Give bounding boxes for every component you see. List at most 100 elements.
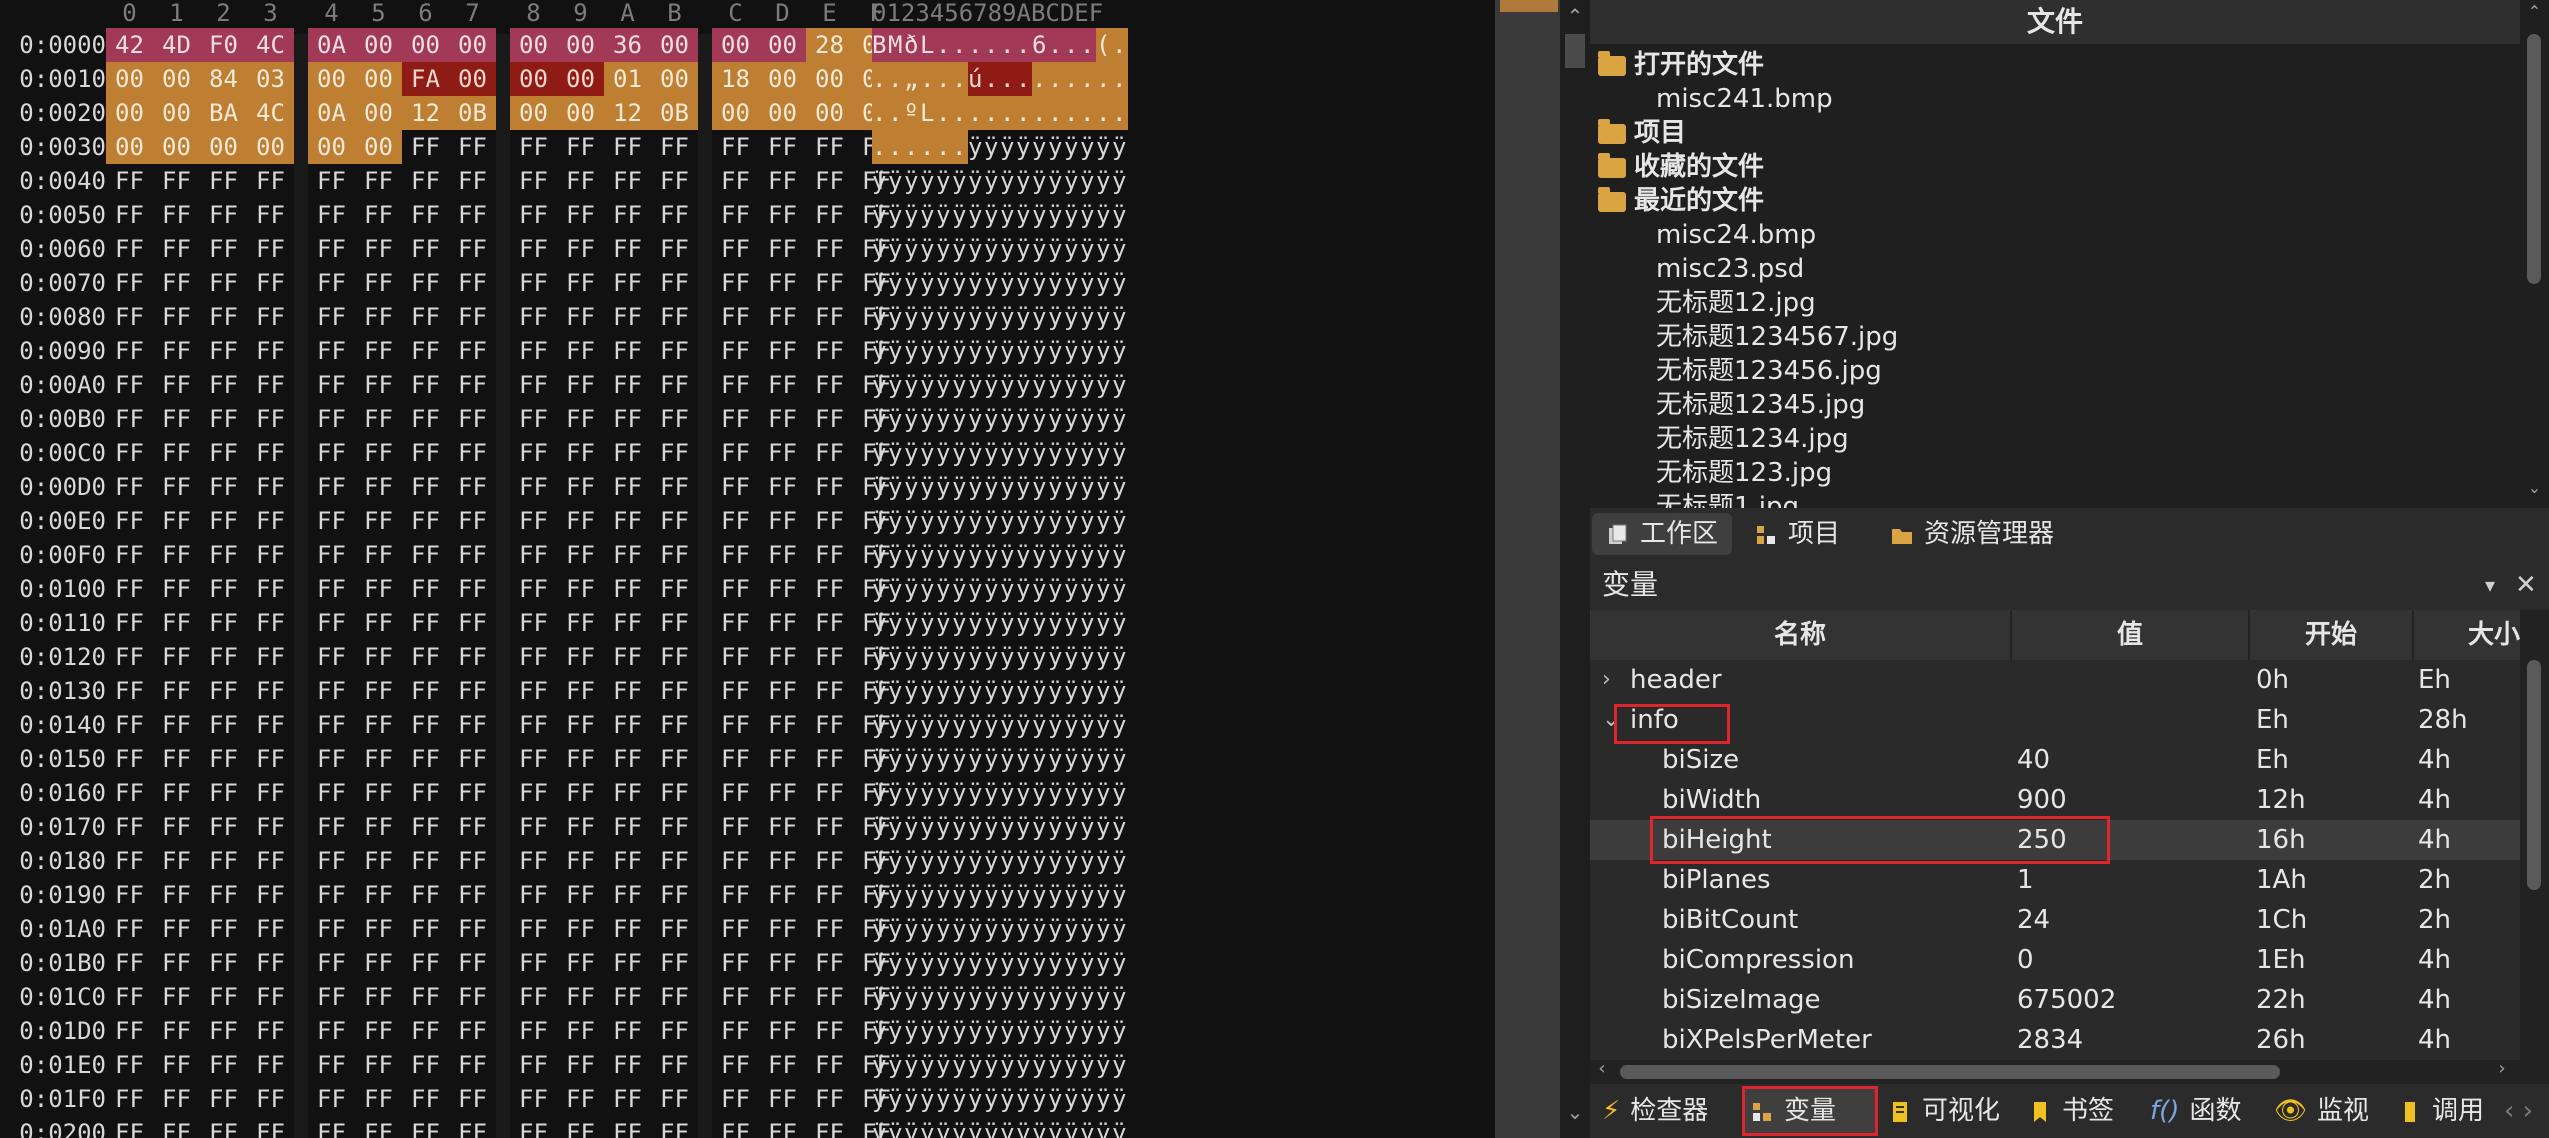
scrollbar-thumb[interactable] (1620, 1065, 2280, 1079)
hex-byte[interactable]: FF (106, 844, 153, 878)
hex-byte[interactable]: FF (759, 436, 806, 470)
hex-byte[interactable]: 00 (759, 62, 806, 96)
hex-byte[interactable]: FF (651, 776, 698, 810)
hex-byte[interactable]: FF (247, 912, 294, 946)
hex-byte[interactable]: FF (510, 912, 557, 946)
hex-byte[interactable]: 00 (247, 130, 294, 164)
hex-byte[interactable]: FF (510, 232, 557, 266)
hex-byte[interactable]: FF (712, 742, 759, 776)
file-panel-scrollbar[interactable]: ⌃ ⌄ (2520, 0, 2549, 508)
hex-byte[interactable]: FF (106, 912, 153, 946)
hex-byte[interactable]: FF (200, 402, 247, 436)
variable-row-biheight[interactable]: biHeight 250 16h 4h (1590, 820, 2520, 860)
hex-byte[interactable]: FF (402, 232, 449, 266)
scroll-up-icon[interactable]: ⌃ (1560, 4, 1590, 28)
column-header-name[interactable]: 名称 (1590, 610, 2012, 660)
hex-byte[interactable]: FF (806, 708, 853, 742)
hex-byte[interactable]: FF (355, 232, 402, 266)
hex-byte[interactable]: FF (604, 912, 651, 946)
hex-byte[interactable]: FF (651, 198, 698, 232)
hex-byte[interactable]: FF (402, 300, 449, 334)
hex-byte[interactable]: FF (651, 878, 698, 912)
hex-byte[interactable]: FF (557, 1014, 604, 1048)
hex-byte[interactable]: FF (557, 300, 604, 334)
hex-byte[interactable]: FF (308, 946, 355, 980)
hex-byte[interactable]: 4C (247, 96, 294, 130)
hex-byte[interactable]: 03 (247, 62, 294, 96)
hex-byte[interactable]: FF (449, 368, 496, 402)
ascii-row[interactable]: ÿÿÿÿÿÿÿÿÿÿÿÿÿÿÿÿ (872, 1082, 1128, 1116)
hex-byte[interactable]: FF (557, 164, 604, 198)
hex-byte[interactable]: FF (510, 402, 557, 436)
hex-byte[interactable]: FF (510, 504, 557, 538)
column-header-value[interactable]: 值 (2012, 610, 2250, 660)
hex-byte[interactable]: FF (651, 504, 698, 538)
hex-byte[interactable]: FF (247, 674, 294, 708)
ascii-row[interactable]: ..ºL............ (872, 96, 1128, 130)
hex-byte[interactable]: FF (200, 470, 247, 504)
hex-byte[interactable]: FF (308, 402, 355, 436)
tab-bookmarks[interactable]: 书签 (2020, 1088, 2122, 1134)
hex-byte[interactable]: 00 (402, 28, 449, 62)
ascii-row[interactable]: ..„...ú......... (872, 62, 1128, 96)
hex-byte[interactable]: FF (402, 130, 449, 164)
ascii-row[interactable]: ÿÿÿÿÿÿÿÿÿÿÿÿÿÿÿÿ (872, 844, 1128, 878)
ascii-row[interactable]: ÿÿÿÿÿÿÿÿÿÿÿÿÿÿÿÿ (872, 606, 1128, 640)
hex-byte[interactable]: FF (651, 844, 698, 878)
hex-byte[interactable]: FF (806, 946, 853, 980)
hex-byte[interactable]: FF (200, 300, 247, 334)
hex-byte[interactable]: FF (247, 266, 294, 300)
hex-byte[interactable]: FF (557, 1116, 604, 1138)
hex-byte[interactable]: FF (604, 674, 651, 708)
hex-byte[interactable]: FF (604, 640, 651, 674)
hex-byte[interactable]: FF (604, 742, 651, 776)
hex-byte[interactable]: FF (712, 776, 759, 810)
hex-byte[interactable]: FF (449, 504, 496, 538)
hex-byte[interactable]: FF (106, 164, 153, 198)
ascii-row[interactable]: ÿÿÿÿÿÿÿÿÿÿÿÿÿÿÿÿ (872, 1014, 1128, 1048)
hex-byte[interactable]: FF (759, 232, 806, 266)
hex-byte[interactable]: FF (806, 504, 853, 538)
hex-byte[interactable]: FF (806, 1116, 853, 1138)
scroll-down-icon[interactable]: ⌄ (1560, 1100, 1590, 1124)
hex-byte[interactable]: FF (604, 538, 651, 572)
hex-byte[interactable]: FF (651, 640, 698, 674)
hex-byte[interactable]: FF (200, 198, 247, 232)
hex-byte[interactable]: FF (651, 946, 698, 980)
hex-byte[interactable]: FF (510, 198, 557, 232)
hex-byte[interactable]: FF (651, 334, 698, 368)
hex-byte[interactable]: FF (806, 1048, 853, 1082)
hex-byte[interactable]: FF (402, 708, 449, 742)
hex-byte[interactable]: FF (106, 402, 153, 436)
ascii-row[interactable]: ÿÿÿÿÿÿÿÿÿÿÿÿÿÿÿÿ (872, 640, 1128, 674)
ascii-row[interactable]: ÿÿÿÿÿÿÿÿÿÿÿÿÿÿÿÿ (872, 470, 1128, 504)
ascii-row[interactable]: BMðL......6...(. (872, 28, 1128, 62)
hex-byte[interactable]: FF (200, 538, 247, 572)
hex-byte[interactable]: 4C (247, 28, 294, 62)
hex-byte[interactable]: FF (308, 572, 355, 606)
hex-byte[interactable]: FF (806, 912, 853, 946)
hex-byte[interactable]: FF (604, 1014, 651, 1048)
hex-byte[interactable]: FF (355, 572, 402, 606)
hex-byte[interactable]: FF (449, 232, 496, 266)
hex-byte[interactable]: 00 (510, 96, 557, 130)
hex-byte[interactable]: FF (604, 334, 651, 368)
hex-byte[interactable]: FF (557, 674, 604, 708)
hex-byte[interactable]: FF (712, 674, 759, 708)
hex-byte[interactable]: FF (355, 674, 402, 708)
hex-byte[interactable]: FF (557, 130, 604, 164)
hex-byte[interactable]: FF (106, 810, 153, 844)
hex-byte[interactable]: FF (247, 742, 294, 776)
hex-byte[interactable]: FF (712, 640, 759, 674)
column-header-start[interactable]: 开始 (2250, 610, 2414, 660)
hex-byte[interactable]: FF (604, 368, 651, 402)
scroll-left-icon[interactable]: ‹ (1590, 1058, 1614, 1079)
hex-byte[interactable]: FF (712, 946, 759, 980)
hex-byte[interactable]: FF (153, 776, 200, 810)
hex-byte[interactable]: FF (759, 164, 806, 198)
hex-byte[interactable]: FF (557, 198, 604, 232)
hex-byte[interactable]: FF (106, 708, 153, 742)
hex-byte[interactable]: 00 (806, 96, 853, 130)
hex-byte[interactable]: FF (355, 1082, 402, 1116)
hex-byte[interactable]: FF (200, 1014, 247, 1048)
